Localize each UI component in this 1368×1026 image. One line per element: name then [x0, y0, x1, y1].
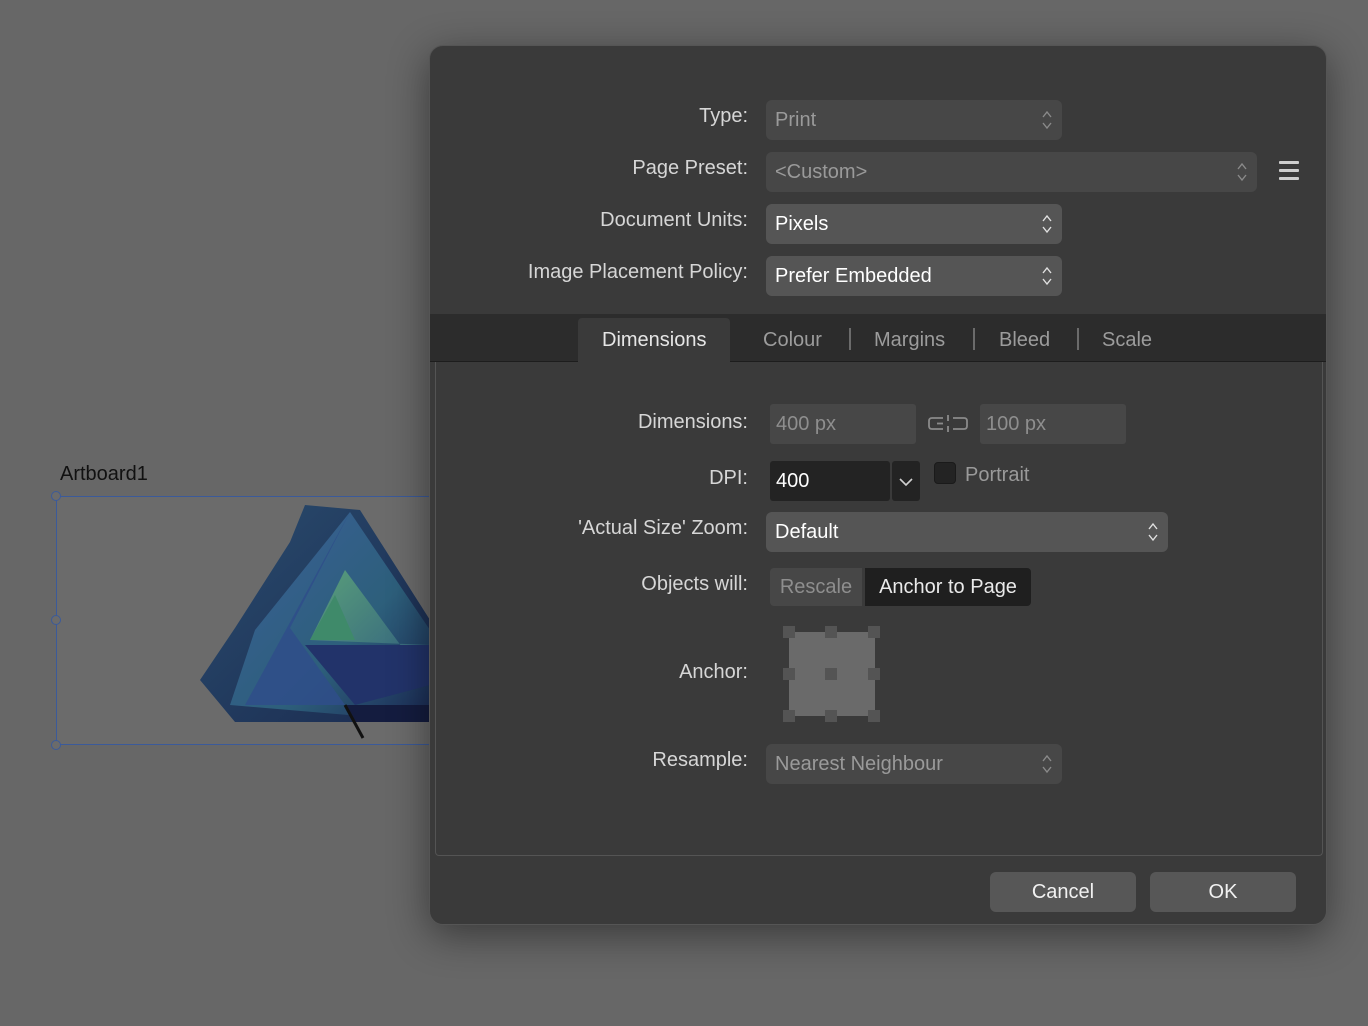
affinity-photo-logo — [200, 505, 430, 739]
image-placement-popup[interactable]: Prefer Embedded — [766, 256, 1062, 296]
anchor-grid[interactable] — [782, 625, 882, 723]
chevron-down-icon — [899, 478, 913, 487]
tab-separator — [849, 328, 851, 350]
resample-label: Resample: — [652, 749, 748, 771]
tab-dimensions[interactable]: Dimensions — [578, 318, 731, 362]
image-placement-label: Image Placement Policy: — [527, 261, 748, 283]
portrait-checkbox[interactable] — [934, 462, 956, 484]
tab-colour[interactable]: Colour — [763, 318, 822, 362]
tab-bleed[interactable]: Bleed — [999, 318, 1050, 362]
updown-icon — [1148, 522, 1158, 542]
rescale-option[interactable]: Rescale — [770, 568, 862, 606]
ok-button[interactable]: OK — [1150, 872, 1296, 912]
page-preset-popup[interactable]: <Custom> — [766, 152, 1257, 192]
updown-icon — [1042, 754, 1052, 774]
objects-will-label: Objects will: — [641, 573, 748, 595]
type-label: Type: — [699, 105, 748, 127]
type-value: Print — [775, 109, 817, 131]
artboard-handle-bottom-left[interactable] — [51, 740, 61, 750]
anchor-label: Anchor: — [679, 661, 748, 683]
resample-popup[interactable]: Nearest Neighbour — [766, 744, 1062, 784]
document-setup-dialog: Type: Print Page Preset: <Custom> Docume… — [429, 45, 1327, 925]
page-preset-label: Page Preset: — [632, 157, 748, 179]
image-placement-value: Prefer Embedded — [775, 265, 932, 287]
width-field[interactable]: 400 px — [770, 404, 916, 444]
resample-value: Nearest Neighbour — [775, 753, 943, 775]
height-field[interactable]: 100 px — [980, 404, 1126, 444]
link-icon[interactable] — [927, 414, 969, 434]
tab-separator — [973, 328, 975, 350]
dimensions-label: Dimensions: — [637, 411, 748, 433]
updown-icon — [1042, 214, 1052, 234]
tab-separator — [1077, 328, 1079, 350]
tab-bar: Dimensions Colour Margins Bleed Scale — [430, 314, 1326, 362]
preset-menu-icon[interactable] — [1279, 161, 1299, 181]
anchor-to-page-option[interactable]: Anchor to Page — [865, 568, 1031, 606]
document-units-value: Pixels — [775, 213, 829, 235]
type-popup[interactable]: Print — [766, 100, 1062, 140]
portrait-label: Portrait — [965, 464, 1030, 486]
dpi-label: DPI: — [709, 467, 748, 489]
document-units-label: Document Units: — [600, 209, 748, 231]
updown-icon — [1042, 110, 1052, 130]
page-preset-value: <Custom> — [775, 161, 868, 183]
dpi-field[interactable]: 400 — [770, 461, 890, 501]
artboard-label: Artboard1 — [60, 463, 148, 485]
actual-size-zoom-label: 'Actual Size' Zoom: — [578, 517, 748, 539]
artboard-handle-top-left[interactable] — [51, 491, 61, 501]
actual-size-zoom-value: Default — [775, 521, 839, 543]
tab-margins[interactable]: Margins — [874, 318, 945, 362]
document-units-popup[interactable]: Pixels — [766, 204, 1062, 244]
artboard-handle-mid-left[interactable] — [51, 615, 61, 625]
cancel-button[interactable]: Cancel — [990, 872, 1136, 912]
updown-icon — [1042, 266, 1052, 286]
dpi-dropdown-button[interactable] — [892, 461, 920, 501]
tab-scale[interactable]: Scale — [1102, 318, 1152, 362]
updown-icon — [1237, 162, 1247, 182]
actual-size-zoom-popup[interactable]: Default — [766, 512, 1168, 552]
